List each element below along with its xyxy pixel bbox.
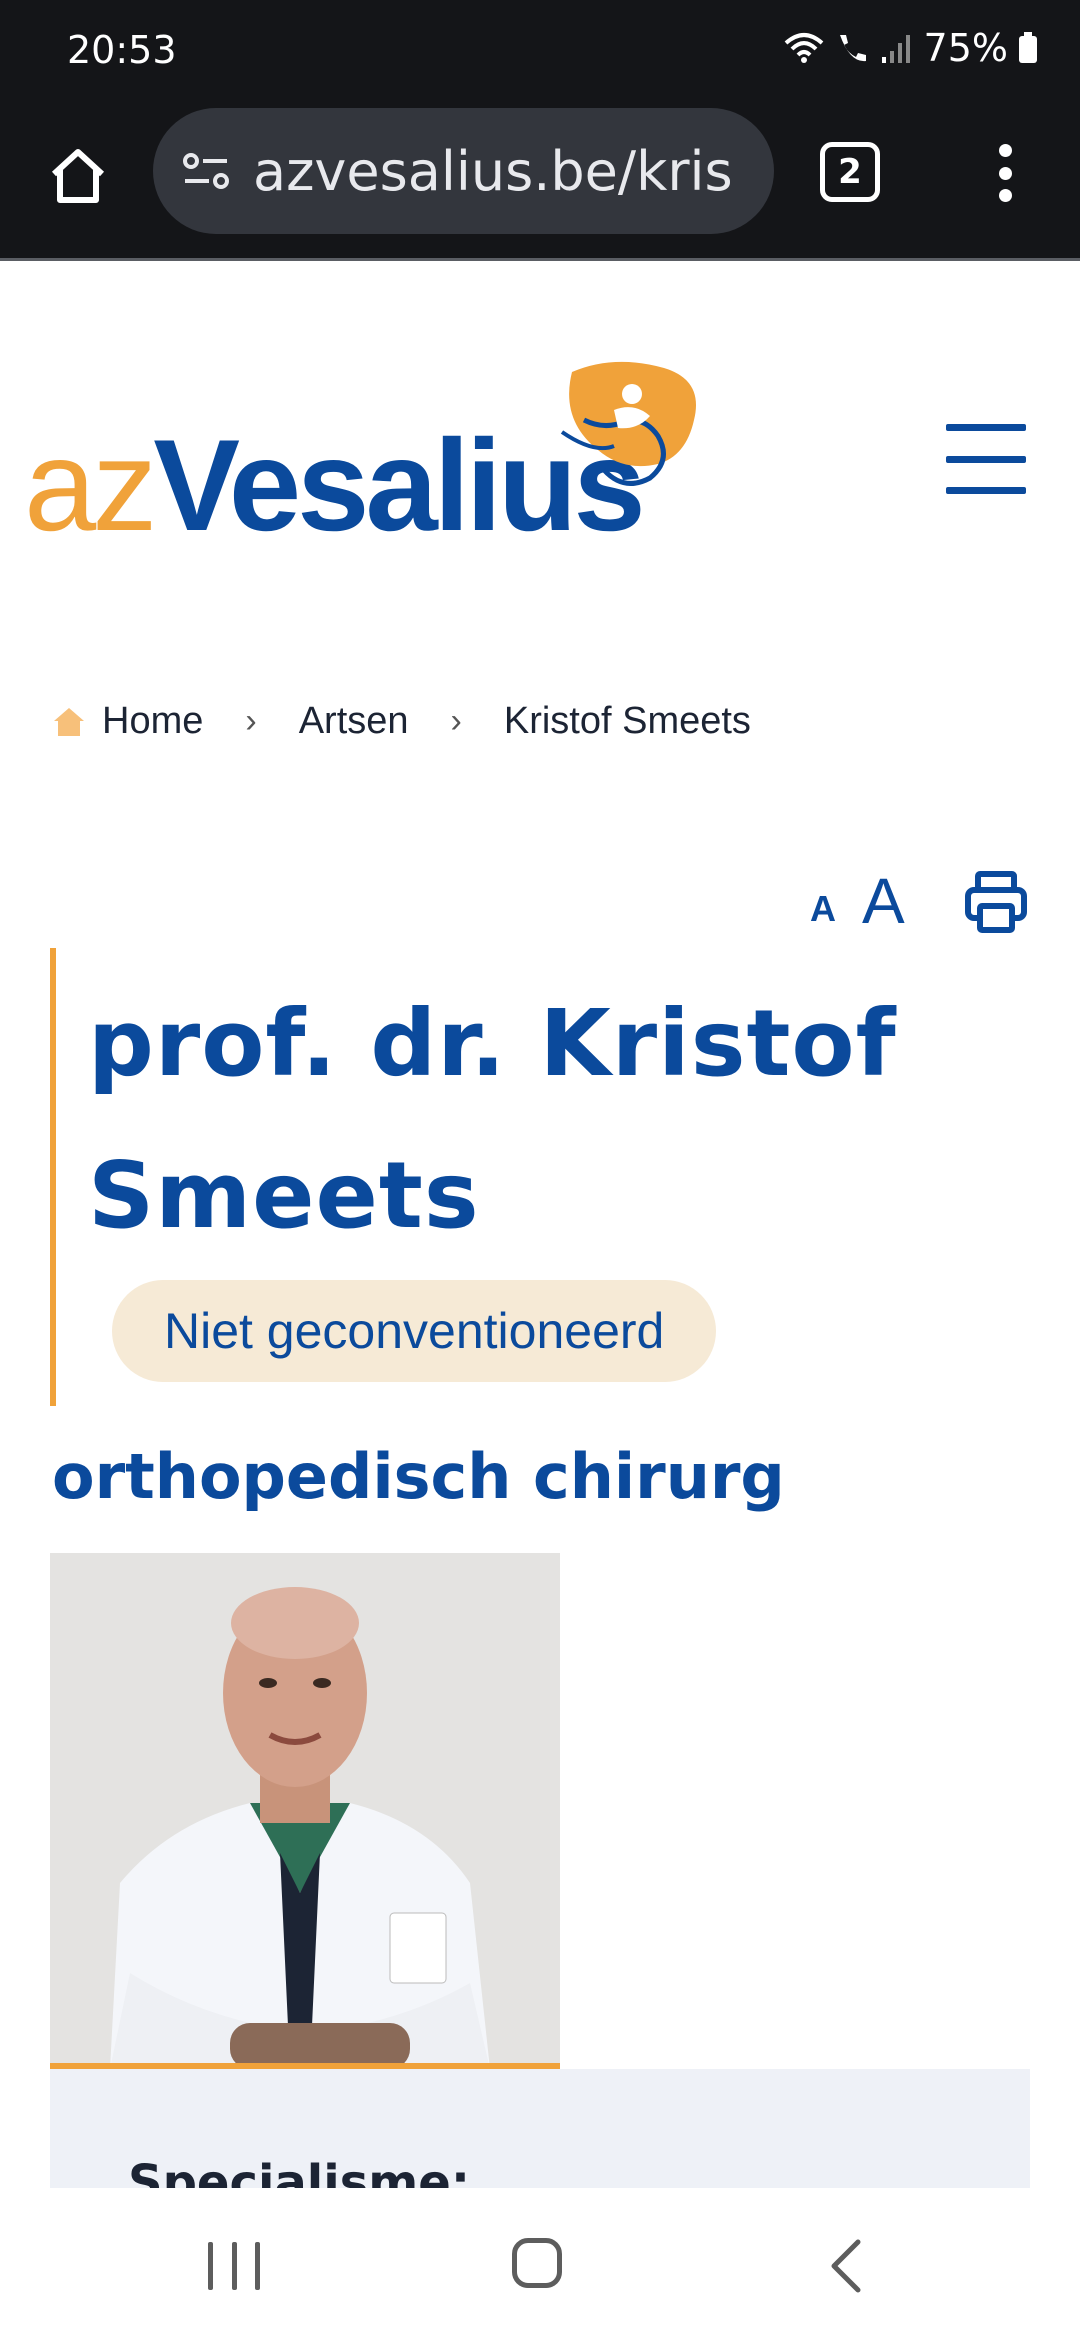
menu-dot-icon	[998, 144, 1012, 157]
logo-text: azVesalius	[24, 420, 646, 550]
menu-dot-icon	[998, 189, 1012, 202]
signal-icon	[881, 35, 910, 63]
battery-percent: 75%	[923, 26, 1008, 70]
hamburger-line	[946, 487, 1026, 494]
battery-icon	[1019, 32, 1037, 63]
back-button[interactable]	[818, 2236, 878, 2296]
recents-line	[208, 2242, 213, 2290]
browser-menu-button[interactable]	[980, 138, 1030, 208]
chevron-right-icon: ›	[245, 702, 257, 740]
title-block: prof. dr. Kristof Smeets Niet geconventi…	[50, 948, 1030, 1406]
doctor-role: orthopedisch chirurg	[52, 1440, 785, 1513]
info-card: Specialisme:	[50, 2069, 1030, 2189]
site-settings-icon[interactable]	[179, 144, 233, 198]
font-size-increase-button[interactable]: A	[862, 864, 905, 938]
home-icon	[51, 149, 105, 203]
hamburger-line	[946, 455, 1026, 463]
browser-toolbar: azvesalius.be/kris 2	[0, 100, 1080, 260]
hamburger-line	[946, 424, 1026, 431]
logo-mark-icon	[560, 361, 696, 486]
address-bar[interactable]: azvesalius.be/kris	[153, 108, 774, 234]
divider	[0, 258, 1080, 261]
site-logo[interactable]: azVesalius	[24, 360, 696, 550]
status-bar: 20:53 75%	[0, 0, 1080, 100]
system-nav-bar	[0, 2188, 1080, 2340]
wifi-call-icon	[839, 35, 866, 62]
doctor-photo	[50, 1553, 560, 2069]
print-icon[interactable]	[964, 870, 1028, 934]
breadcrumb-current: Kristof Smeets	[503, 700, 751, 742]
browser-home-button[interactable]	[38, 136, 118, 216]
breadcrumb-home[interactable]: Home	[102, 700, 203, 743]
status-badge: Niet geconventioneerd	[112, 1280, 717, 1382]
hamburger-menu-button[interactable]	[946, 424, 1026, 494]
home-icon	[54, 707, 84, 736]
recents-button[interactable]	[208, 2242, 260, 2290]
menu-dot-icon	[998, 166, 1012, 180]
recents-line	[255, 2242, 260, 2290]
breadcrumb-artsen[interactable]: Artsen	[299, 700, 409, 743]
specialism-label: Specialisme:	[128, 2155, 471, 2189]
status-time: 20:53	[67, 28, 177, 72]
logo-az: az	[24, 412, 157, 558]
status-icons: 75%	[784, 26, 1038, 70]
url-text: azvesalius.be/kris	[253, 139, 733, 203]
wifi-icon	[784, 33, 823, 63]
system-home-button[interactable]	[512, 2238, 562, 2288]
recents-line	[231, 2242, 237, 2290]
chevron-right-icon: ›	[450, 702, 462, 740]
breadcrumb: Home › Artsen › Kristof Smeets	[52, 700, 751, 743]
page-title: prof. dr. Kristof Smeets	[88, 990, 897, 1249]
doctor-portrait-image	[50, 1553, 560, 2063]
tab-switcher-button[interactable]: 2	[820, 142, 880, 202]
font-size-decrease-button[interactable]: A	[810, 888, 836, 930]
